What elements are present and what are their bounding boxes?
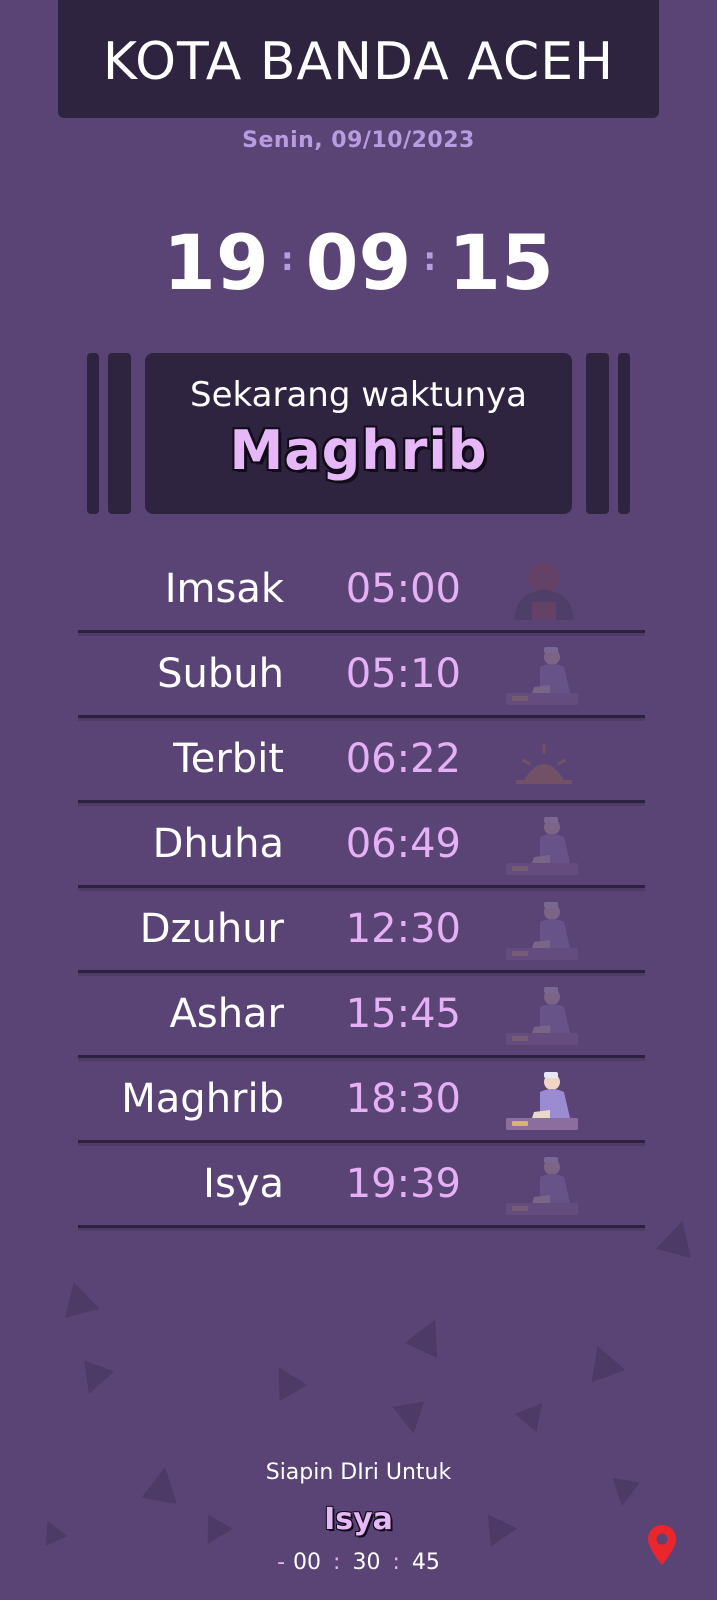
prayer-name: Maghrib bbox=[121, 1076, 284, 1122]
prayer-name: Subuh bbox=[157, 651, 284, 697]
prayer-name: Isya bbox=[203, 1161, 284, 1207]
praying-person-icon bbox=[506, 983, 582, 1047]
decor-bar bbox=[87, 353, 99, 514]
city-title: KOTA BANDA ACEH bbox=[102, 32, 615, 92]
location-button[interactable] bbox=[646, 1523, 678, 1567]
bg-triangle bbox=[56, 1277, 100, 1319]
countdown-separator: : bbox=[392, 1550, 400, 1575]
praying-person-icon bbox=[506, 643, 582, 707]
countdown-sign: - bbox=[277, 1550, 286, 1575]
prayer-row-imsak: Imsak 05:00 bbox=[78, 548, 645, 633]
countdown-minutes: 30 bbox=[352, 1550, 381, 1575]
location-pin-icon bbox=[648, 1525, 676, 1565]
clock-separator: : bbox=[280, 239, 294, 278]
bg-triangle bbox=[73, 1360, 115, 1400]
bg-triangle bbox=[514, 1394, 554, 1432]
sunrise-icon bbox=[506, 728, 582, 792]
prayer-row-terbit: Terbit 06:22 bbox=[78, 718, 645, 803]
date-label: Senin, 09/10/2023 bbox=[242, 128, 475, 153]
clock-minutes: 09 bbox=[305, 218, 412, 307]
prayer-time: 19:39 bbox=[345, 1161, 461, 1207]
prayer-name: Dzuhur bbox=[139, 906, 284, 952]
prayer-row-dhuha: Dhuha 06:49 bbox=[78, 803, 645, 888]
header-bar: KOTA BANDA ACEH bbox=[58, 0, 659, 118]
prayer-row-ashar: Ashar 15:45 bbox=[78, 973, 645, 1058]
row-divider bbox=[78, 1225, 645, 1228]
prayer-row-isya: Isya 19:39 bbox=[78, 1143, 645, 1228]
prayer-time: 18:30 bbox=[345, 1076, 461, 1122]
prayer-name: Terbit bbox=[173, 736, 284, 782]
prayer-row-dzuhur: Dzuhur 12:30 bbox=[78, 888, 645, 973]
countdown-separator: : bbox=[333, 1550, 341, 1575]
next-prayer-countdown: - 00 : 30 : 45 bbox=[0, 1550, 717, 1575]
clock-separator: : bbox=[423, 239, 437, 278]
clock-seconds: 15 bbox=[448, 218, 554, 307]
prayer-name: Dhuha bbox=[152, 821, 284, 867]
bg-triangle bbox=[404, 1311, 452, 1359]
prayer-times-list: Imsak 05:00 Subuh 05:10 Terbit 06:22 Dhuha 06:4… bbox=[78, 548, 645, 1228]
current-clock: 19 : 09 : 15 bbox=[0, 218, 717, 307]
countdown-hours: 00 bbox=[293, 1550, 322, 1575]
prayer-name: Ashar bbox=[169, 991, 284, 1037]
current-prayer-name: Maghrib bbox=[229, 419, 488, 482]
prayer-time: 06:49 bbox=[345, 821, 461, 867]
bg-triangle bbox=[392, 1401, 430, 1437]
praying-person-icon bbox=[506, 898, 582, 962]
current-prayer-card: Sekarang waktunya Maghrib bbox=[145, 353, 572, 514]
prayer-time: 12:30 bbox=[345, 906, 461, 952]
prayer-row-subuh: Subuh 05:10 bbox=[78, 633, 645, 718]
decor-bar bbox=[586, 353, 609, 514]
praying-person-icon bbox=[506, 1153, 582, 1217]
prayer-time: 15:45 bbox=[345, 991, 461, 1037]
decor-bar bbox=[618, 353, 630, 514]
clock-hours: 19 bbox=[163, 218, 269, 307]
prayer-time: 06:22 bbox=[345, 736, 461, 782]
countdown-seconds: 45 bbox=[411, 1550, 440, 1575]
bg-triangle bbox=[656, 1215, 700, 1259]
prayer-name: Imsak bbox=[164, 566, 284, 612]
praying-person-icon bbox=[506, 813, 582, 877]
praying-person-icon bbox=[506, 1068, 582, 1132]
bg-triangle bbox=[580, 1339, 626, 1383]
current-prayer-label: Sekarang waktunya bbox=[190, 375, 527, 415]
person-hooded-icon bbox=[506, 558, 582, 622]
prayer-row-maghrib: Maghrib 18:30 bbox=[78, 1058, 645, 1143]
decor-bar bbox=[108, 353, 131, 514]
prayer-time: 05:10 bbox=[345, 651, 461, 697]
next-prayer-name: Isya bbox=[324, 1502, 393, 1537]
prayer-time: 05:00 bbox=[345, 566, 461, 612]
bg-triangle bbox=[264, 1359, 308, 1401]
next-prayer-label: Siapin DIri Untuk bbox=[265, 1460, 452, 1485]
